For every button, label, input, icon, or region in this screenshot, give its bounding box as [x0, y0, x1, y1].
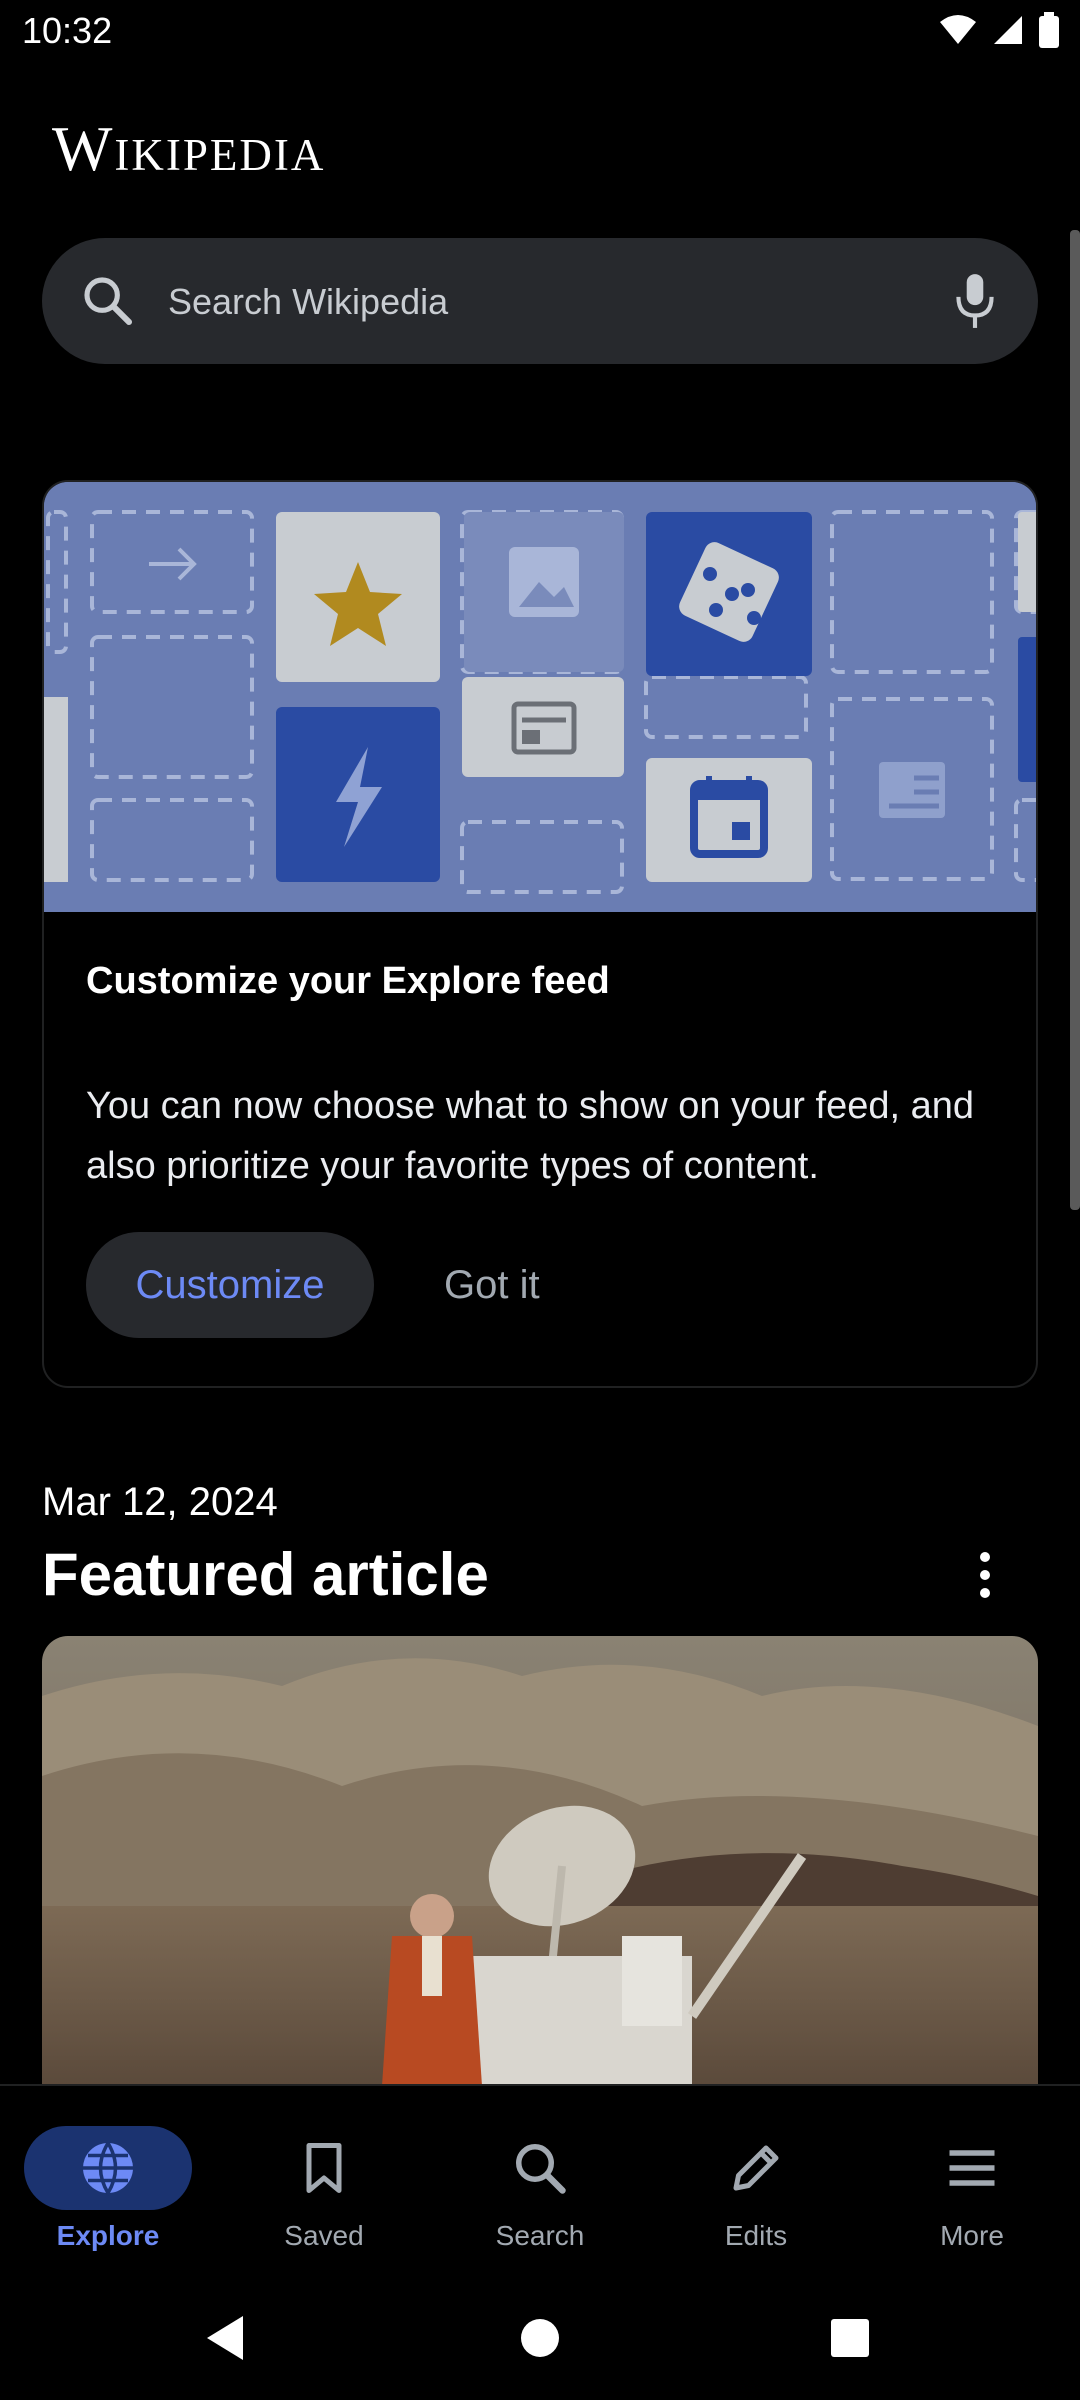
nav-item-saved[interactable]: Saved [216, 2106, 432, 2266]
nav-label-more: More [940, 2220, 1004, 2251]
search-bar[interactable]: Search Wikipedia [42, 238, 1038, 364]
feed-date: Mar 12, 2024 [42, 1480, 278, 1524]
scrollbar[interactable] [1070, 230, 1080, 1210]
customize-button[interactable]: Customize [86, 1232, 374, 1338]
featured-article-image[interactable] [42, 1636, 1038, 2086]
overflow-menu-icon[interactable] [970, 1550, 1000, 1600]
signal-icon [994, 16, 1022, 44]
card-body: You can now choose what to show on your … [86, 1085, 974, 1187]
nav-label-edits: Edits [724, 2220, 788, 2251]
screen: 10:32 Wikipedia Search Wikipedia Customi… [0, 0, 1080, 2400]
back-icon[interactable] [205, 2314, 245, 2362]
nav-item-explore[interactable]: Explore [0, 2106, 216, 2266]
status-icons [938, 12, 1060, 48]
home-icon[interactable] [520, 2318, 560, 2358]
featured-article-heading: Featured article [42, 1541, 489, 1608]
got-it-button[interactable]: Got it [434, 1232, 550, 1338]
system-navigation-bar [0, 2280, 1080, 2400]
customize-feed-card: Customize your Explore feed You can now … [42, 480, 1038, 1388]
nav-label-search: Search [495, 2220, 585, 2251]
status-time: 10:32 [22, 10, 113, 51]
wifi-icon [940, 15, 976, 44]
search-icon [84, 277, 133, 326]
nav-item-search[interactable]: Search [432, 2106, 648, 2266]
microphone-icon[interactable] [950, 272, 1000, 330]
bottom-navigation: Explore Saved Search Edits More [0, 2084, 1080, 2280]
search-icon [516, 2144, 566, 2194]
nav-item-edits[interactable]: Edits [648, 2106, 864, 2266]
nav-item-more[interactable]: More [864, 2106, 1080, 2266]
status-bar: 10:32 [0, 0, 1080, 64]
featured-photo [42, 1636, 1038, 2086]
recents-icon[interactable] [830, 2318, 870, 2358]
nav-label-saved: Saved [284, 2220, 364, 2251]
pencil-icon [733, 2145, 779, 2191]
feed-illustration [44, 482, 1036, 912]
menu-icon [949, 2150, 995, 2186]
battery-icon [1039, 12, 1059, 48]
nav-label-explore: Explore [56, 2220, 160, 2251]
bookmark-icon [306, 2143, 342, 2193]
wikipedia-logo: Wikipedia [52, 113, 326, 184]
globe-icon [83, 2142, 133, 2197]
search-input[interactable]: Search Wikipedia [168, 281, 448, 323]
card-title: Customize your Explore feed [86, 960, 610, 1002]
